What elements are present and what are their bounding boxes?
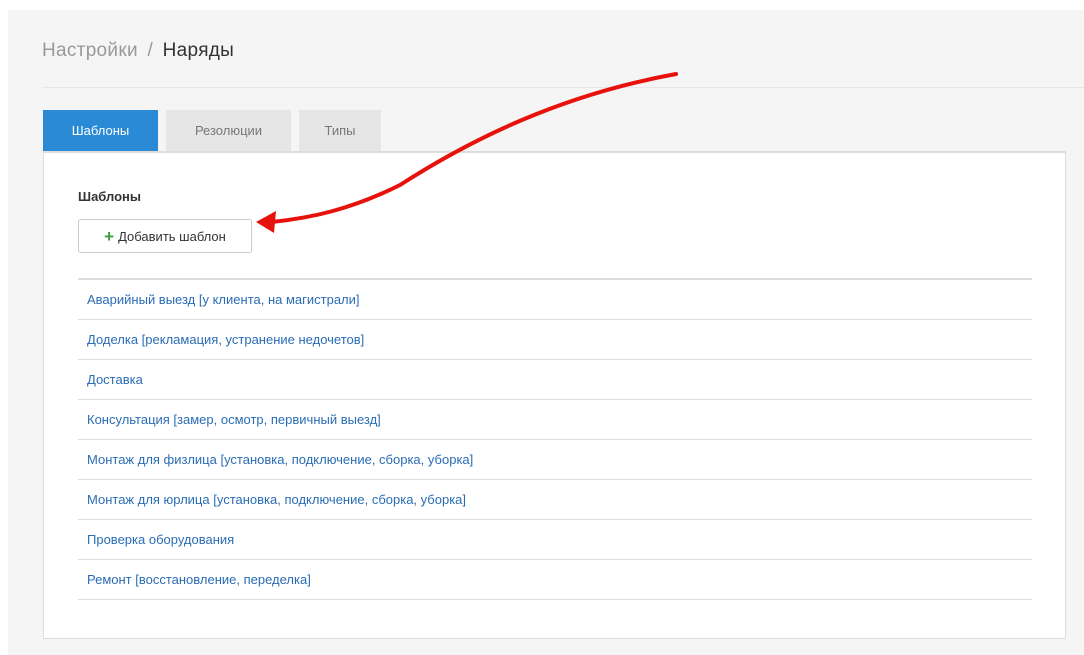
template-item[interactable]: Консультация [замер, осмотр, первичный в…	[78, 400, 1032, 440]
template-item[interactable]: Ремонт [восстановление, переделка]	[78, 560, 1032, 600]
breadcrumb: Настройки / Наряды	[42, 40, 234, 62]
breadcrumb-separator: /	[147, 40, 154, 61]
add-template-button[interactable]: + Добавить шаблон	[78, 219, 252, 253]
template-item[interactable]: Аварийный выезд [у клиента, на магистрал…	[78, 280, 1032, 320]
template-item[interactable]: Доделка [рекламация, устранение недочето…	[78, 320, 1032, 360]
tab-bar: Шаблоны Резолюции Типы	[43, 110, 381, 152]
templates-list: Аварийный выезд [у клиента, на магистрал…	[78, 278, 1032, 600]
settings-page: Настройки / Наряды Шаблоны Резолюции Тип…	[8, 10, 1084, 655]
tab-types[interactable]: Типы	[299, 110, 381, 152]
tab-resolutions[interactable]: Резолюции	[166, 110, 291, 152]
breadcrumb-current: Наряды	[162, 40, 235, 61]
template-item[interactable]: Монтаж для юрлица [установка, подключени…	[78, 480, 1032, 520]
template-item[interactable]: Проверка оборудования	[78, 520, 1032, 560]
template-item[interactable]: Монтаж для физлица [установка, подключен…	[78, 440, 1032, 480]
header-divider	[42, 87, 1084, 88]
panel-title: Шаблоны	[78, 189, 141, 204]
breadcrumb-parent[interactable]: Настройки	[42, 40, 138, 61]
plus-icon: +	[104, 226, 115, 246]
template-item[interactable]: Доставка	[78, 360, 1032, 400]
tab-templates[interactable]: Шаблоны	[43, 110, 158, 152]
templates-panel: Шаблоны + Добавить шаблон Аварийный выез…	[43, 151, 1066, 639]
add-template-label: Добавить шаблон	[118, 228, 226, 244]
